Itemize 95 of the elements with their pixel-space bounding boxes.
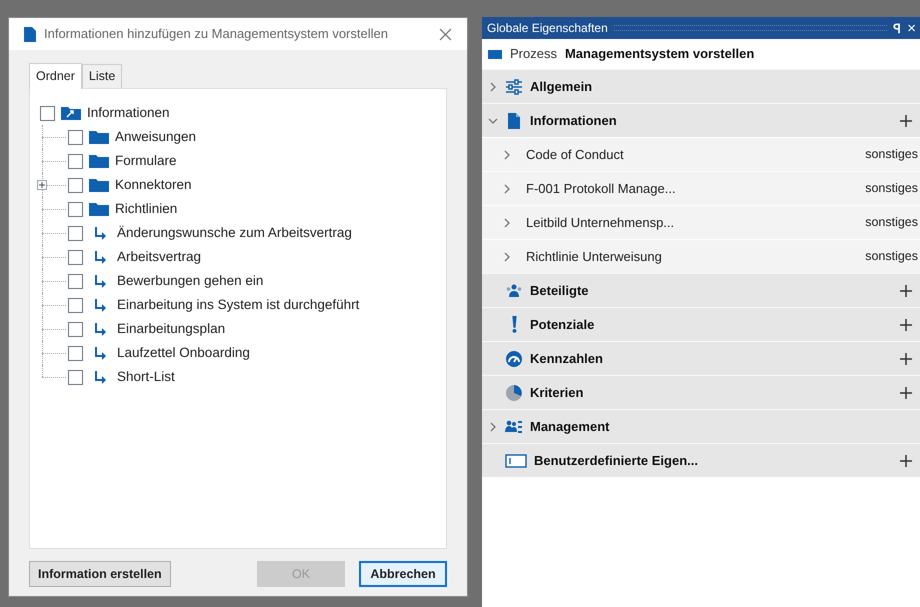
section-title: Management bbox=[530, 418, 610, 436]
section-title: Beteiligte bbox=[530, 282, 590, 300]
close-button[interactable]: × bbox=[907, 20, 916, 36]
tree-item-label[interactable]: Formulare bbox=[115, 150, 177, 172]
section-header[interactable]: Informationen bbox=[482, 103, 920, 137]
folder-icon bbox=[89, 154, 109, 168]
add-icon[interactable] bbox=[900, 454, 912, 466]
section-title: Informationen bbox=[530, 112, 618, 130]
chevron-right-icon[interactable] bbox=[502, 150, 512, 160]
dialog-button[interactable]: Abbrechen bbox=[359, 561, 447, 587]
section-header[interactable]: Kennzahlen bbox=[482, 341, 920, 375]
tab[interactable]: Ordner bbox=[29, 63, 82, 89]
tree-item-label[interactable]: Informationen bbox=[87, 102, 170, 124]
shortcut-arrow-icon bbox=[93, 274, 107, 288]
checkbox[interactable] bbox=[68, 250, 83, 264]
checkbox[interactable] bbox=[68, 178, 83, 192]
chevron-right-icon[interactable] bbox=[502, 252, 512, 262]
process-type: Prozess bbox=[510, 45, 557, 64]
information-name: Richtlinie Unterweisung bbox=[526, 248, 663, 266]
tree-item-label[interactable]: Änderungswunsche zum Arbeitsvertrag bbox=[117, 222, 352, 244]
process-icon bbox=[488, 50, 502, 58]
tree-item-label[interactable]: Arbeitsvertrag bbox=[117, 246, 202, 268]
checkbox[interactable] bbox=[68, 154, 83, 168]
tree-item-label[interactable]: Einarbeitung ins System ist durchgeführt bbox=[117, 294, 360, 316]
people-icon bbox=[505, 282, 523, 300]
folder-icon bbox=[89, 130, 109, 144]
window-icon bbox=[505, 452, 527, 468]
checkbox[interactable] bbox=[68, 226, 83, 240]
add-icon[interactable] bbox=[900, 386, 912, 398]
shortcut-arrow-icon bbox=[93, 298, 107, 312]
add-icon[interactable] bbox=[900, 318, 912, 330]
exclamation-icon bbox=[512, 316, 516, 333]
tab[interactable]: Liste bbox=[82, 64, 122, 88]
section-title: Kennzahlen bbox=[530, 350, 604, 368]
folder-icon bbox=[89, 178, 109, 192]
folder-link-icon bbox=[61, 106, 81, 120]
tree-item-label[interactable]: Anweisungen bbox=[115, 126, 196, 148]
gauge-icon bbox=[505, 350, 523, 368]
tree-item-label[interactable]: Konnektoren bbox=[115, 174, 192, 196]
checkbox[interactable] bbox=[40, 106, 55, 120]
shortcut-arrow-icon bbox=[93, 322, 107, 336]
section-header[interactable]: Benutzerdefinierte Eigen... bbox=[482, 443, 920, 477]
tree-item-label[interactable]: Richtlinien bbox=[115, 198, 178, 220]
tree-item-label[interactable]: Laufzettel Onboarding bbox=[117, 342, 250, 364]
shortcut-arrow-icon bbox=[93, 250, 107, 264]
information-type: sonstiges bbox=[865, 248, 918, 266]
information-type: sonstiges bbox=[865, 214, 918, 232]
tree-item-label[interactable]: Short-List bbox=[117, 366, 175, 388]
pie-chart-icon bbox=[505, 384, 523, 402]
close-icon[interactable] bbox=[439, 28, 452, 40]
shortcut-arrow-icon bbox=[93, 226, 107, 240]
checkbox[interactable] bbox=[68, 322, 83, 336]
section-header[interactable]: Allgemein bbox=[482, 69, 920, 103]
tree-item-label[interactable]: Bewerbungen gehen ein bbox=[117, 270, 264, 292]
sliders-icon bbox=[505, 78, 523, 96]
section-header[interactable]: Management bbox=[482, 409, 920, 443]
checkbox[interactable] bbox=[68, 274, 83, 288]
process-name: Managementsystem vorstellen bbox=[564, 45, 754, 64]
add-icon[interactable] bbox=[900, 284, 912, 296]
section-title: Benutzerdefinierte Eigen... bbox=[534, 452, 699, 470]
chevron-right-icon[interactable] bbox=[502, 218, 512, 228]
add-icon[interactable] bbox=[900, 352, 912, 364]
expand-icon[interactable] bbox=[37, 180, 47, 190]
shortcut-arrow-icon bbox=[93, 370, 107, 384]
information-name: F-001 Protokoll Manage... bbox=[526, 180, 677, 198]
chevron-right-icon[interactable] bbox=[502, 184, 512, 194]
checkbox[interactable] bbox=[68, 298, 83, 312]
section-header[interactable]: Beteiligte bbox=[482, 273, 920, 307]
checkbox[interactable] bbox=[68, 370, 83, 384]
section-title: Allgemein bbox=[530, 78, 594, 96]
information-type: sonstiges bbox=[865, 180, 918, 198]
section-header[interactable]: Kriterien bbox=[482, 375, 920, 409]
pin-button[interactable]: ꟼ bbox=[893, 22, 902, 34]
checkbox[interactable] bbox=[68, 130, 83, 144]
dialog-button[interactable]: Information erstellen bbox=[29, 561, 171, 587]
document-icon bbox=[505, 112, 523, 130]
chevron-right-icon[interactable] bbox=[488, 82, 498, 92]
section-title: Kriterien bbox=[530, 384, 584, 402]
add-icon[interactable] bbox=[900, 114, 912, 126]
section-title: Potenziale bbox=[530, 316, 596, 334]
org-chart-icon bbox=[505, 418, 523, 436]
tree-item-label[interactable]: Einarbeitungsplan bbox=[117, 318, 226, 340]
folder-icon bbox=[89, 202, 109, 216]
window-title: Informationen hinzufügen zu Managementsystem vorstellen bbox=[44, 25, 389, 44]
information-name: Leitbild Unternehmensp... bbox=[526, 214, 676, 232]
checkbox[interactable] bbox=[68, 202, 83, 216]
panel-title: Globale Eigenschaften bbox=[487, 20, 608, 37]
document-icon bbox=[24, 26, 36, 42]
chevron-right-icon[interactable] bbox=[488, 422, 498, 432]
chevron-down-icon[interactable] bbox=[488, 116, 498, 126]
information-type: sonstiges bbox=[865, 146, 918, 164]
information-name: Code of Conduct bbox=[526, 146, 625, 164]
checkbox[interactable] bbox=[68, 346, 83, 360]
section-header[interactable]: Potenziale bbox=[482, 307, 920, 341]
shortcut-arrow-icon bbox=[93, 346, 107, 360]
